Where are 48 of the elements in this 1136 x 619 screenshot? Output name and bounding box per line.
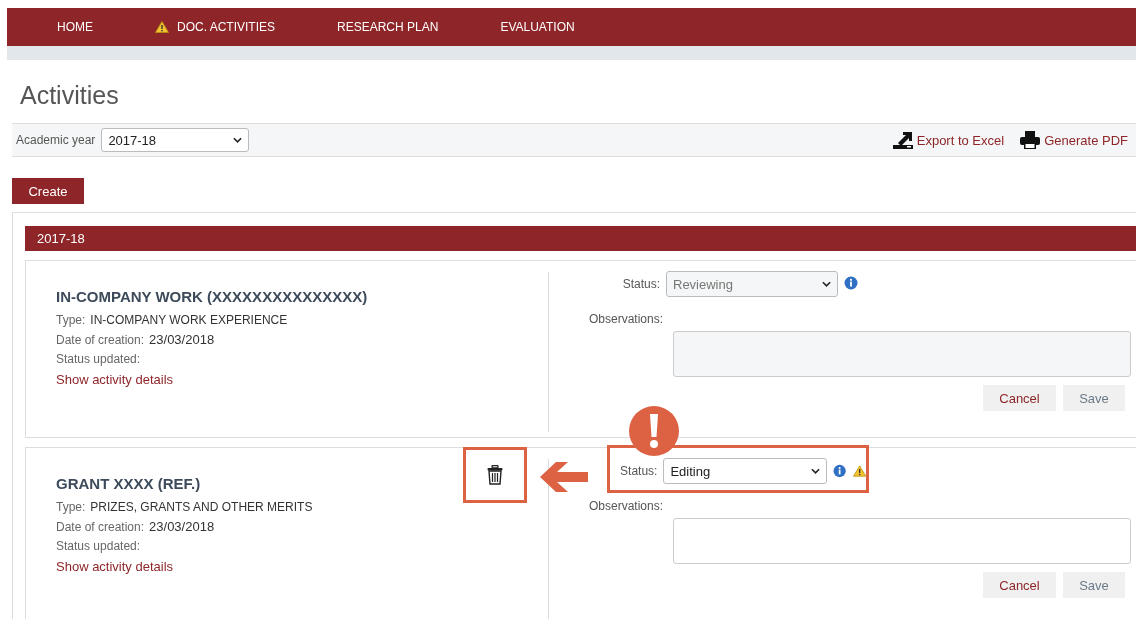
- status-select[interactable]: Reviewing: [666, 271, 838, 297]
- year-select[interactable]: 2017-18: [101, 128, 250, 152]
- action-link[interactable]: Generate PDF: [1020, 131, 1128, 149]
- chevron-icon: [811, 468, 821, 474]
- save-button[interactable]: Save: [1063, 572, 1125, 598]
- save-button[interactable]: Save: [1063, 385, 1125, 411]
- page-title: Activities: [20, 80, 120, 110]
- delete-button[interactable]: [463, 447, 527, 503]
- status-label: Status:: [621, 277, 660, 291]
- status-updated-label: Status updated:: [56, 352, 141, 366]
- type-label: Type:: [56, 500, 86, 514]
- details-link[interactable]: Show activity details: [56, 372, 174, 387]
- nav-link[interactable]: EVALUATION: [500, 20, 575, 34]
- status-updated-label: Status updated:: [56, 539, 141, 553]
- trash-icon: [487, 465, 503, 485]
- export-icon: [892, 131, 913, 149]
- status-label: Status:: [619, 464, 658, 478]
- type-value: IN-COMPANY WORK EXPERIENCE: [90, 313, 288, 327]
- activity-title: IN-COMPANY WORK (XXXXXXXXXXXXXXX): [56, 288, 369, 305]
- observations-label: Observations:: [589, 499, 664, 513]
- warning-icon: [155, 21, 169, 33]
- status-select[interactable]: Editing: [663, 458, 828, 484]
- date-value: 23/03/2018: [149, 519, 215, 534]
- info-icon[interactable]: [844, 276, 858, 290]
- action-link[interactable]: Export to Excel: [892, 131, 1005, 149]
- type-value: PRIZES, GRANTS AND OTHER MERITS: [90, 500, 313, 514]
- observations-label: Observations:: [589, 312, 664, 326]
- cancel-button[interactable]: Cancel: [983, 572, 1056, 598]
- activity-title: GRANT XXXX (REF.): [56, 475, 202, 492]
- chevron-icon: [822, 281, 831, 287]
- printer-icon: [1020, 131, 1041, 149]
- info-icon[interactable]: [833, 464, 847, 478]
- date-label: Date of creation:: [56, 520, 145, 534]
- nav-link[interactable]: RESEARCH PLAN: [337, 20, 439, 34]
- cancel-button[interactable]: Cancel: [983, 385, 1056, 411]
- type-label: Type:: [56, 313, 86, 327]
- date-label: Date of creation:: [56, 333, 145, 347]
- details-link[interactable]: Show activity details: [56, 559, 174, 574]
- create-button[interactable]: Create: [12, 178, 84, 204]
- filter-label: Academic year: [16, 133, 96, 147]
- nav-link[interactable]: DOC. ACTIVITIES: [155, 20, 275, 34]
- date-value: 23/03/2018: [149, 332, 215, 347]
- section-header: 2017-18: [25, 226, 1136, 251]
- chevron-icon: [233, 137, 243, 143]
- arrow-icon: [540, 462, 588, 492]
- nav-link[interactable]: HOME: [57, 20, 93, 34]
- observations-field[interactable]: [673, 518, 1131, 564]
- observations-field[interactable]: [673, 331, 1131, 377]
